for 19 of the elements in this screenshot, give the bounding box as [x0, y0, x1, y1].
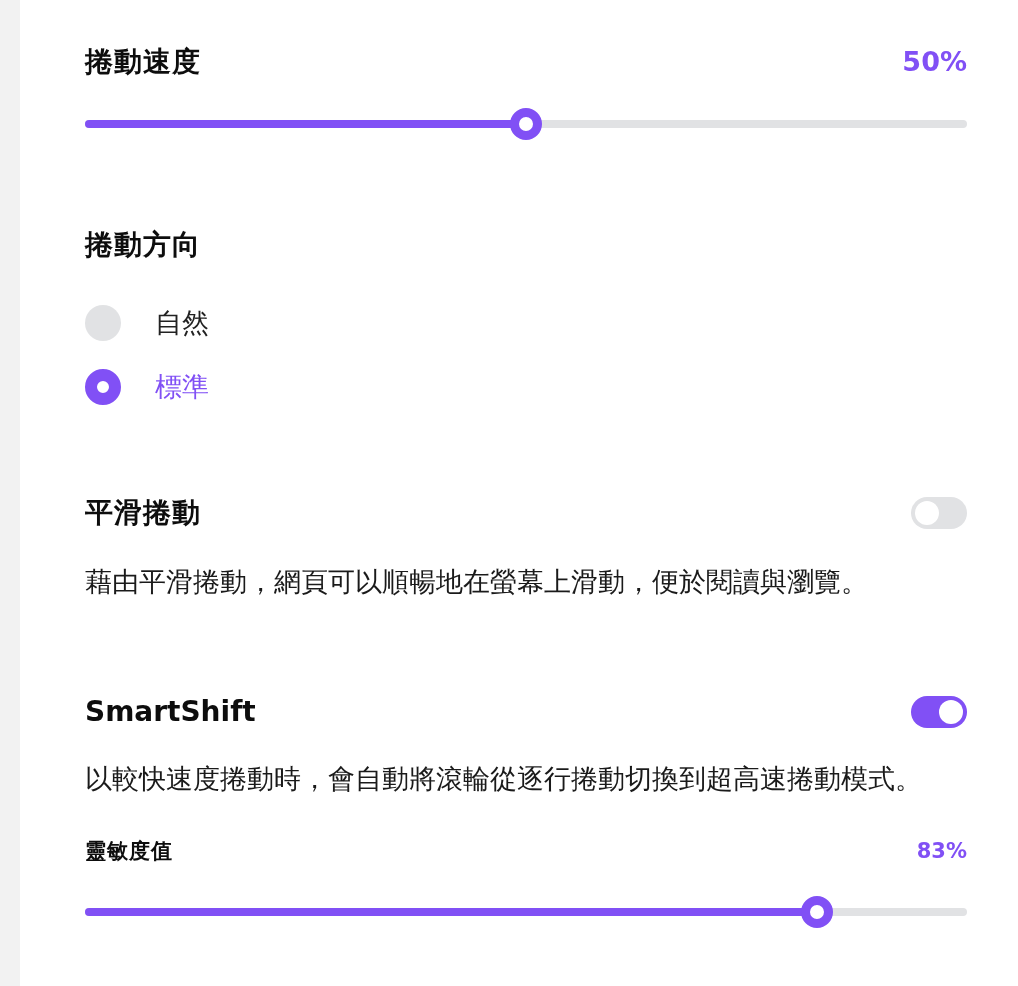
description-text: 以較快速度捲動時，會自動將滾輪從逐行捲動切換到超高速捲動模式。 [85, 762, 923, 796]
section-title: SmartShift [85, 694, 256, 730]
slider-thumb[interactable] [801, 896, 834, 928]
toggle-switch[interactable] [911, 497, 967, 529]
radio-label[interactable]: 標準 [155, 369, 209, 405]
sensitivity-slider[interactable] [85, 896, 967, 928]
slider-value: 83% [916, 838, 967, 865]
radio-button[interactable] [85, 305, 121, 341]
description-text: 藉由平滑捲動，網頁可以順暢地在螢幕上滑動，便於閱讀與瀏覽。 [85, 565, 869, 599]
slider-value: 50% [902, 45, 967, 79]
section-title: 平滑捲動 [85, 495, 201, 531]
section-title: 捲動方向 [85, 227, 201, 263]
toggle-switch[interactable] [911, 696, 967, 728]
radio-label[interactable]: 自然 [155, 305, 209, 341]
section-title: 捲動速度 [85, 44, 201, 80]
radio-button[interactable] [85, 369, 121, 405]
slider-label: 靈敏度值 [85, 838, 173, 865]
scroll-speed-slider[interactable] [85, 108, 967, 140]
slider-thumb[interactable] [510, 108, 542, 140]
